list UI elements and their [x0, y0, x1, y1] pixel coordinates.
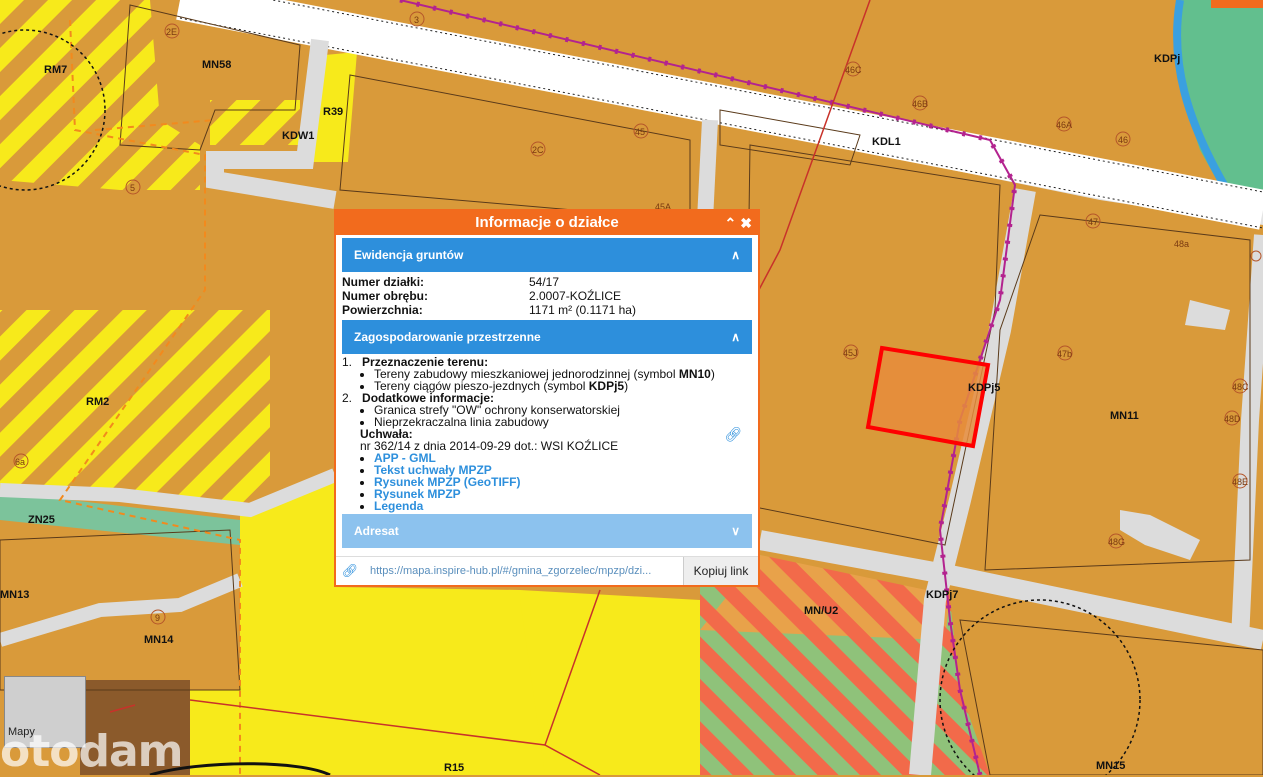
popup-title: Informacje o działce — [475, 214, 619, 231]
section-title: Adresat — [354, 524, 399, 538]
close-icon[interactable]: ✖ — [740, 215, 752, 231]
row-value: 1171 m² (0.1171 ha) — [529, 303, 636, 317]
row-value: 54/17 — [529, 275, 560, 289]
item-number: 2. — [342, 391, 353, 405]
zone-label: RM2 — [86, 396, 109, 408]
parcel-number: 48D — [1224, 414, 1241, 424]
parcel-number: 47 — [1088, 217, 1098, 227]
zone-label: MN13 — [0, 589, 29, 601]
zagospodarowanie-content: 1. Przeznaczenie terenu: Tereny zabudowy… — [342, 356, 752, 512]
parcel-number: 46 — [1118, 135, 1128, 145]
parcel-number: 46B — [912, 99, 928, 109]
link-icon: 🔗︎ — [341, 563, 359, 578]
chevron-down-icon[interactable]: ∨ — [731, 514, 740, 548]
zone-label: ZN25 — [28, 514, 55, 526]
share-url-bar: 🔗︎ https://mapa.inspire-hub.pl/#/gmina_z… — [336, 556, 758, 585]
zone-label: KDPj7 — [926, 589, 958, 601]
parcel-number: 48a — [1174, 239, 1189, 249]
zone-label: R15 — [444, 762, 464, 774]
list-item: 2. Dodatkowe informacje: Granica strefy … — [342, 392, 752, 428]
parcel-number: 46C — [845, 65, 862, 75]
parcel-info-popup: Informacje o działce ⌃ ✖ Ewidencja gruntó… — [334, 209, 760, 587]
zone-label: KDPj5 — [968, 382, 1000, 394]
table-row: Numer działki: 54/17 — [342, 275, 752, 289]
row-key: Numer działki: — [342, 275, 425, 289]
zone-label: MN11 — [1110, 410, 1139, 422]
zone-label: R39 — [323, 106, 343, 118]
zone-label: KDPj — [1154, 53, 1180, 65]
zone-label: MN/U2 — [804, 605, 838, 617]
section-title: Zagospodarowanie przestrzenne — [354, 330, 541, 344]
item-number: 1. — [342, 355, 353, 369]
row-key: Numer obrębu: — [342, 289, 429, 303]
parcel-number: 48C — [1232, 382, 1249, 392]
zone-label: MN15 — [1096, 760, 1125, 772]
table-row: Powierzchnia: 1171 m² (0.1171 ha) — [342, 303, 752, 317]
table-row: Numer obrębu: 2.0007-KOŹLICE — [342, 289, 752, 303]
parcel-number: 3 — [414, 15, 419, 25]
zone-label: MN14 — [144, 634, 174, 646]
zone-label: RM7 — [44, 64, 67, 76]
parcel-number: 47b — [1057, 349, 1072, 359]
list-item: Nieprzekraczalna linia zabudowy — [374, 416, 752, 428]
parcel-number: 2C — [532, 145, 544, 155]
zone-label: KDL1 — [872, 136, 901, 148]
parcel-number: 6a — [15, 457, 25, 467]
section-zagospodarowanie-header[interactable]: Zagospodarowanie przestrzenne ∧ — [342, 320, 752, 354]
parcel-number: 46A — [1056, 120, 1072, 130]
row-key: Powierzchnia: — [342, 303, 423, 317]
ewidencja-table: Numer działki: 54/17 Numer obrębu: 2.000… — [342, 275, 752, 317]
share-url-field[interactable]: https://mapa.inspire-hub.pl/#/gmina_zgor… — [364, 565, 683, 577]
parcel-number: 45 — [635, 127, 645, 137]
copy-link-button[interactable]: Kopiuj link — [683, 557, 758, 585]
zone-label: KDW1 — [282, 130, 314, 142]
chevron-up-icon[interactable]: ∧ — [731, 238, 740, 272]
parcel-number: 2E — [166, 27, 177, 37]
chevron-up-icon[interactable]: ⌃ — [725, 215, 737, 231]
section-title: Ewidencja gruntów — [354, 248, 464, 262]
row-value: 2.0007-KOŹLICE — [529, 289, 622, 303]
watermark-logo: otodam — [0, 726, 184, 777]
zone-label: MN58 — [202, 59, 231, 71]
popup-header: Informacje o działce ⌃ ✖ — [336, 211, 758, 235]
link-legenda[interactable]: Legenda — [374, 499, 423, 513]
section-ewidencja-header[interactable]: Ewidencja gruntów ∧ — [342, 238, 752, 272]
parcel-number: 48G — [1108, 537, 1125, 547]
section-adresat-header[interactable]: Adresat ∨ — [342, 514, 752, 548]
chevron-up-icon[interactable]: ∧ — [731, 320, 740, 354]
selected-parcel — [865, 345, 991, 449]
parcel-number: 9 — [155, 613, 160, 623]
corner-button[interactable] — [1211, 0, 1263, 8]
link-icon[interactable]: 🔗︎ — [724, 427, 742, 441]
parcel-number: 5 — [130, 183, 135, 193]
parcel-number: 48E — [1232, 477, 1248, 487]
list-item: 1. Przeznaczenie terenu: Tereny zabudowy… — [342, 356, 752, 392]
parcel-number: 45J — [843, 348, 858, 358]
